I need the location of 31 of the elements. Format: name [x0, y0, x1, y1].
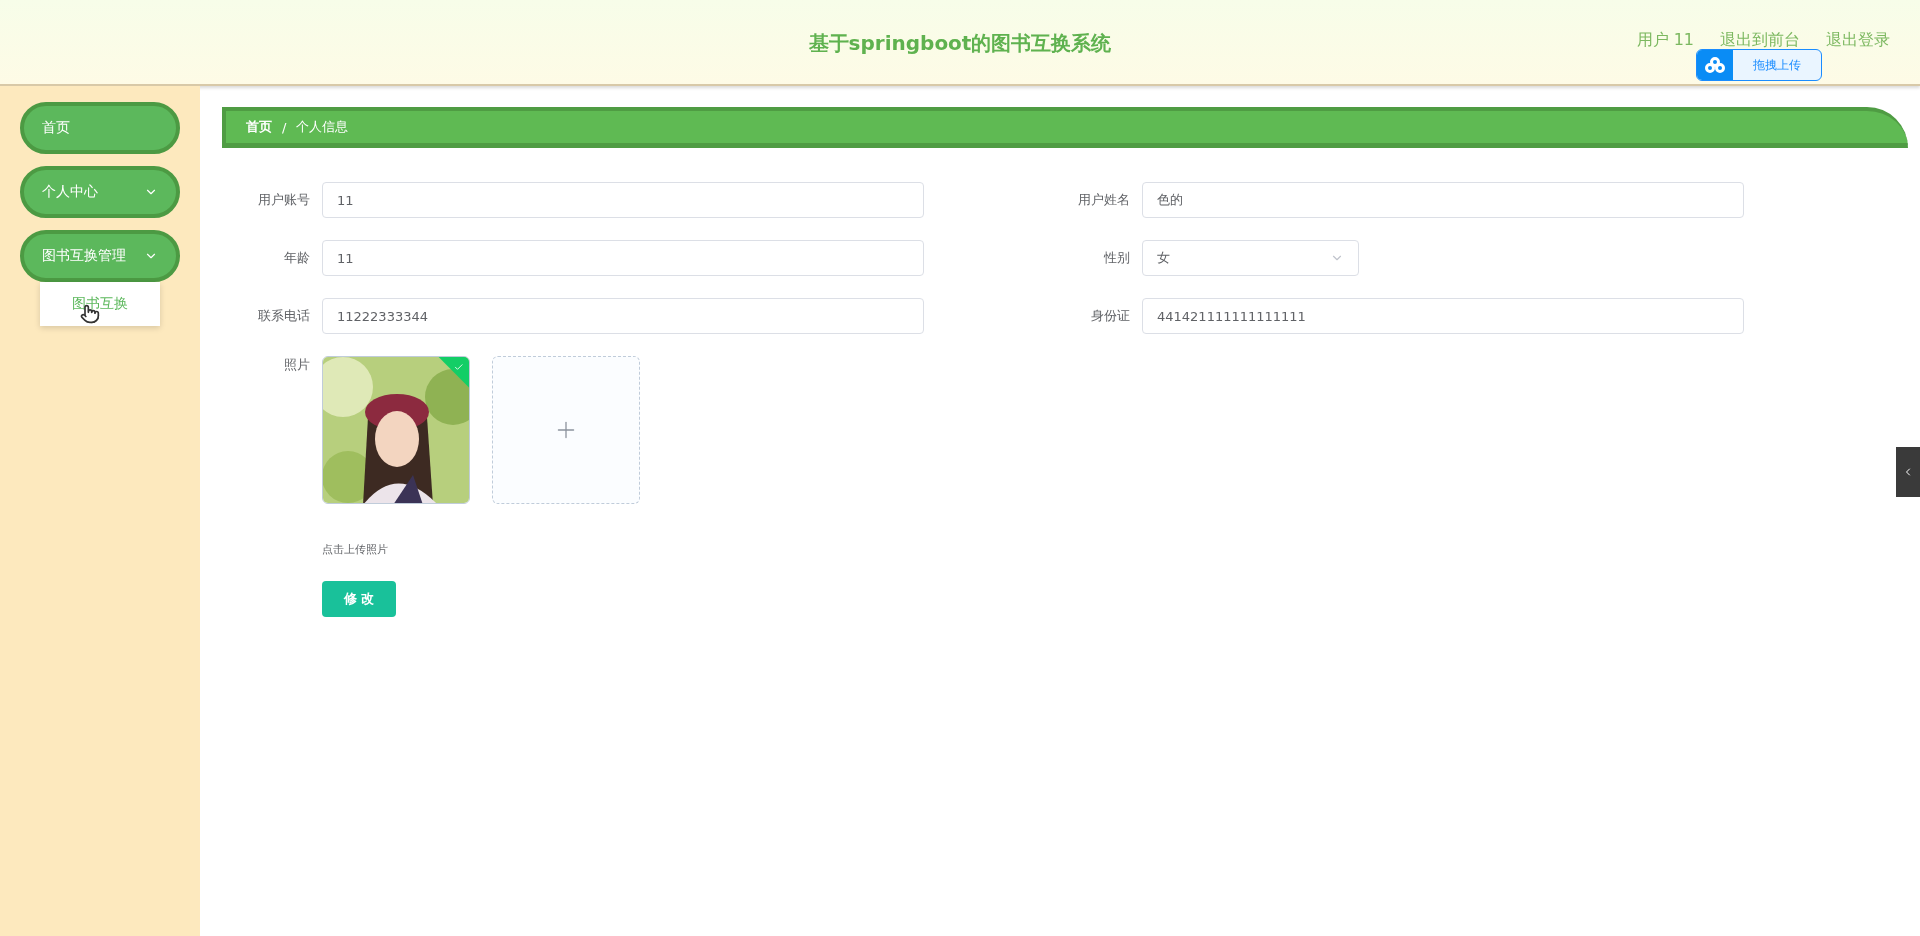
side-tab[interactable]	[1896, 447, 1920, 497]
field-label: 身份证	[1090, 307, 1130, 325]
cloud-icon	[1705, 57, 1725, 73]
breadcrumb-item[interactable]: 个人信息	[296, 118, 349, 136]
submit-button[interactable]: 修 改	[322, 581, 396, 617]
field-label: 年龄	[283, 249, 310, 267]
input-field[interactable]: 11	[322, 240, 924, 276]
header-link[interactable]: 退出到前台	[1720, 29, 1800, 51]
field-label: 用户姓名	[1077, 191, 1130, 209]
field-label: 联系电话	[257, 307, 310, 325]
upload-box[interactable]	[492, 356, 640, 504]
upload-button[interactable]: 拖拽上传	[1696, 49, 1822, 81]
field-label: 用户账号	[257, 191, 310, 209]
app-title: 基于springboot的图书互换系统	[808, 30, 1112, 57]
input-field[interactable]: 11222333344	[322, 298, 924, 334]
upload-hint: 点击上传照片	[322, 542, 389, 557]
gender-select[interactable]: 女	[1142, 240, 1359, 276]
breadcrumb-separator: /	[282, 119, 287, 135]
submenu-item[interactable]: 图书互换	[40, 282, 160, 326]
input-field[interactable]: 11	[322, 182, 924, 218]
header-link[interactable]: 用户 11	[1636, 29, 1694, 51]
sidebar-item[interactable]: 个人中心	[20, 166, 180, 218]
check-icon	[453, 362, 464, 373]
input-field[interactable]: 441421111111111111	[1142, 298, 1744, 334]
header-link[interactable]: 退出登录	[1826, 29, 1890, 51]
breadcrumb-item[interactable]: 首页	[246, 118, 272, 136]
sidebar-item[interactable]: 首页	[20, 102, 180, 154]
field-label: 性别	[1103, 249, 1130, 267]
sidebar-item[interactable]: 图书互换管理	[20, 230, 180, 282]
input-field[interactable]: 色的	[1142, 182, 1744, 218]
field-label: 照片	[283, 356, 310, 374]
